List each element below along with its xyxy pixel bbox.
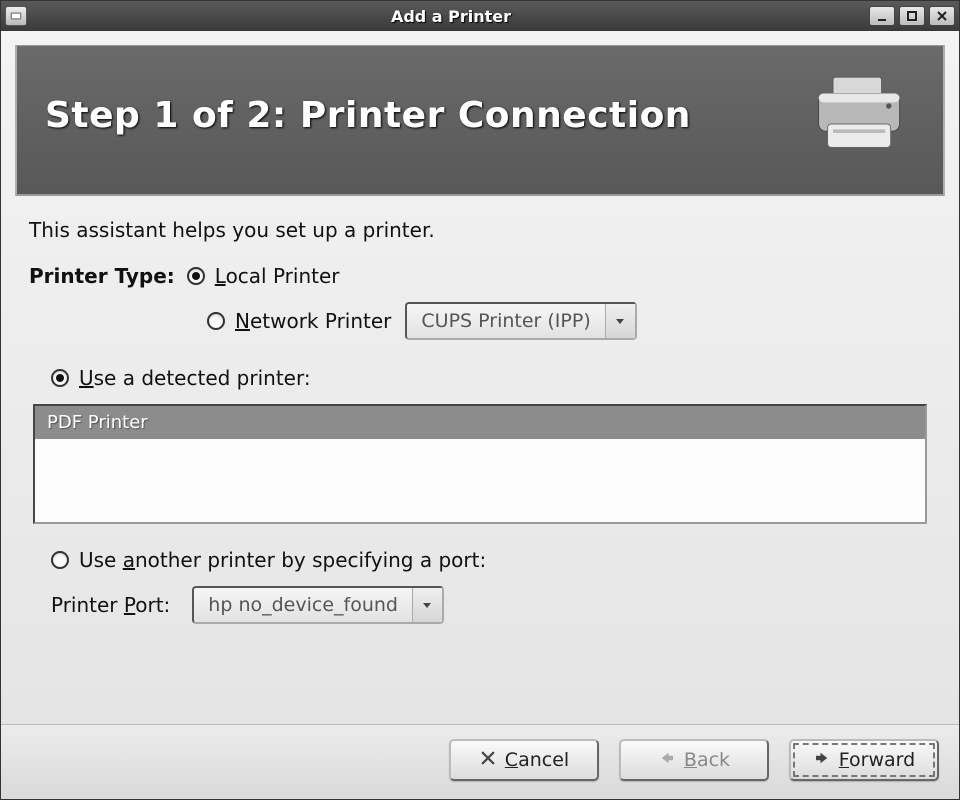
radio-use-detected[interactable] bbox=[51, 369, 69, 387]
printer-port-row: Printer Port: hp no_device_found bbox=[51, 586, 931, 624]
printer-port-combo-value: hp no_device_found bbox=[194, 594, 412, 616]
minimize-button[interactable] bbox=[869, 6, 895, 26]
radio-use-another[interactable] bbox=[51, 551, 69, 569]
list-item[interactable]: PDF Printer bbox=[35, 406, 925, 439]
printer-type-row-network: Network Printer CUPS Printer (IPP) bbox=[207, 302, 931, 340]
maximize-button[interactable] bbox=[899, 6, 925, 26]
window-title: Add a Printer bbox=[33, 7, 869, 26]
printer-port-label: Printer Port: bbox=[51, 593, 170, 617]
wizard-banner: Step 1 of 2: Printer Connection bbox=[15, 45, 945, 196]
radio-use-another-label[interactable]: Use another printer by specifying a port… bbox=[79, 548, 486, 572]
cancel-button[interactable]: Cancel bbox=[449, 739, 599, 781]
chevron-down-icon[interactable] bbox=[605, 304, 635, 338]
dialog-content: Step 1 of 2: Printer Connection This ass… bbox=[1, 31, 959, 799]
radio-network-printer-label[interactable]: Network Printer bbox=[235, 309, 391, 333]
forward-arrow-icon bbox=[813, 749, 831, 772]
close-button[interactable] bbox=[929, 6, 955, 26]
intro-text: This assistant helps you set up a printe… bbox=[29, 218, 931, 242]
forward-button[interactable]: Forward bbox=[789, 739, 939, 781]
window-buttons bbox=[869, 6, 955, 26]
chevron-down-icon[interactable] bbox=[412, 588, 442, 622]
dialog-window: Add a Printer Step 1 of 2: Printer Conne… bbox=[0, 0, 960, 800]
titlebar: Add a Printer bbox=[1, 1, 959, 31]
network-type-combo-value: CUPS Printer (IPP) bbox=[407, 310, 604, 332]
detected-printers-list[interactable]: PDF Printer bbox=[33, 404, 927, 524]
radio-local-printer-label[interactable]: Local Printer bbox=[215, 264, 340, 288]
radio-local-printer[interactable] bbox=[187, 267, 205, 285]
cancel-icon bbox=[479, 749, 497, 772]
back-button[interactable]: Back bbox=[619, 739, 769, 781]
printer-type-label: Printer Type: bbox=[29, 264, 175, 288]
wizard-step-title: Step 1 of 2: Printer Connection bbox=[45, 95, 805, 136]
button-bar: Cancel Back Forward bbox=[1, 724, 959, 799]
use-detected-row: Use a detected printer: bbox=[51, 366, 931, 390]
printer-port-combo[interactable]: hp no_device_found bbox=[192, 586, 444, 624]
network-type-combo[interactable]: CUPS Printer (IPP) bbox=[405, 302, 636, 340]
form-area: This assistant helps you set up a printe… bbox=[1, 210, 959, 724]
radio-network-printer[interactable] bbox=[207, 312, 225, 330]
system-menu-icon[interactable] bbox=[5, 6, 27, 26]
radio-use-detected-label[interactable]: Use a detected printer: bbox=[79, 366, 311, 390]
use-another-row: Use another printer by specifying a port… bbox=[51, 548, 931, 572]
printer-icon bbox=[805, 70, 915, 160]
printer-type-row-local: Printer Type: Local Printer bbox=[29, 264, 931, 288]
back-arrow-icon bbox=[658, 749, 676, 772]
